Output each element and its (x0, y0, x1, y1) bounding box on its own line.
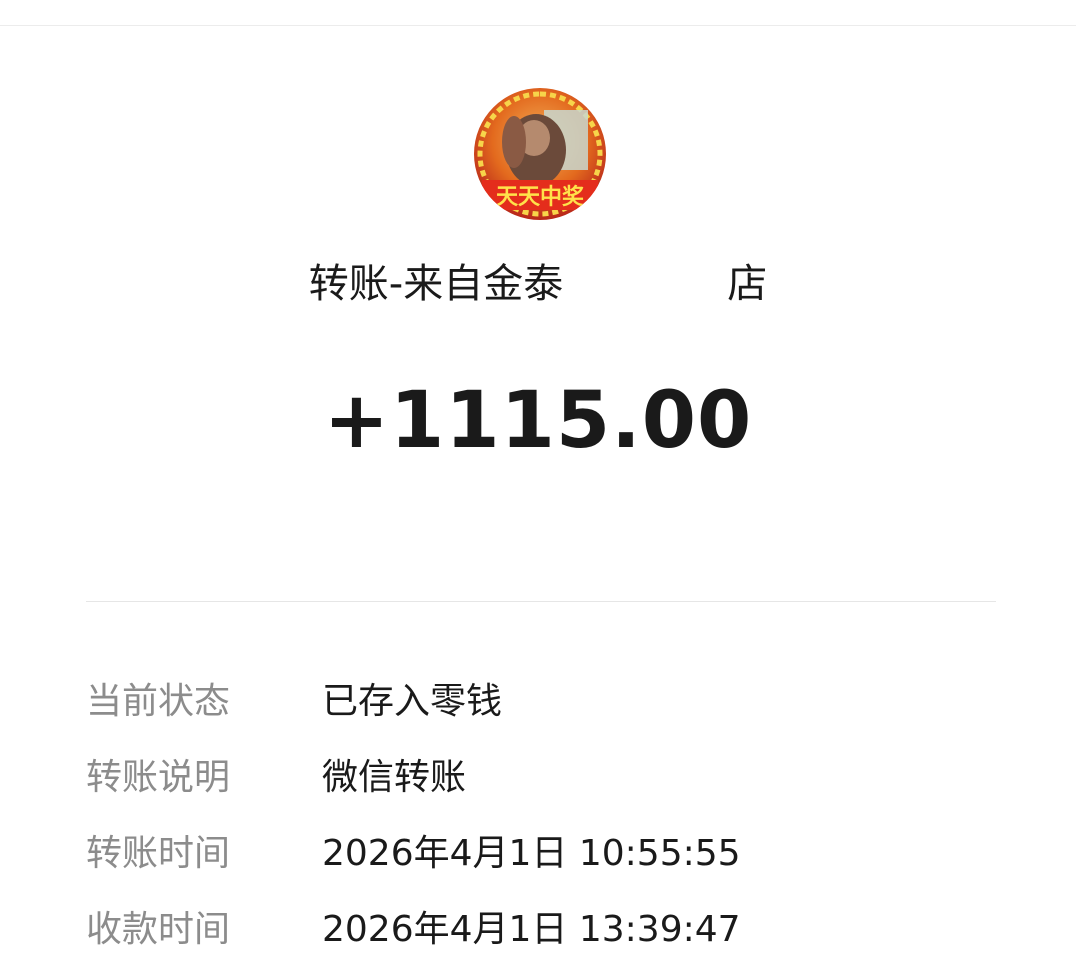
avatar-photo-icon: 天天中奖 (474, 88, 606, 220)
redaction-mask (565, 263, 726, 303)
detail-row-note: 转账说明 微信转账 (86, 736, 996, 812)
avatar[interactable]: 天天中奖 (474, 88, 606, 220)
payer-title: 转账-来自金泰 店 (0, 256, 1076, 312)
status-label: 当前状态 (86, 681, 231, 722)
detail-row-receive-time: 收款时间 2026年4月1日 13:39:47 (86, 888, 996, 964)
note-label: 转账说明 (86, 757, 231, 798)
detail-row-transfer-time: 转账时间 2026年4月1日 10:55:55 (86, 812, 996, 888)
receive-time-value: 2026年4月1日 13:39:47 (322, 909, 741, 950)
section-divider (86, 601, 996, 602)
receive-time-label: 收款时间 (86, 909, 231, 950)
transfer-amount: +1115.00 (323, 376, 753, 466)
status-value: 已存入零钱 (322, 681, 503, 722)
transfer-time-label: 转账时间 (86, 833, 231, 874)
detail-row-status: 当前状态 已存入零钱 (86, 660, 996, 736)
note-value: 微信转账 (322, 757, 467, 798)
payer-title-prefix: 转账-来自金泰 (308, 261, 564, 307)
top-divider (0, 25, 1076, 26)
transfer-details: 当前状态 已存入零钱 转账说明 微信转账 转账时间 2026年4月1日 10:5… (86, 660, 996, 964)
avatar-badge-text: 天天中奖 (496, 184, 585, 210)
payer-title-suffix: 店 (727, 261, 768, 307)
transfer-time-value: 2026年4月1日 10:55:55 (322, 833, 741, 874)
